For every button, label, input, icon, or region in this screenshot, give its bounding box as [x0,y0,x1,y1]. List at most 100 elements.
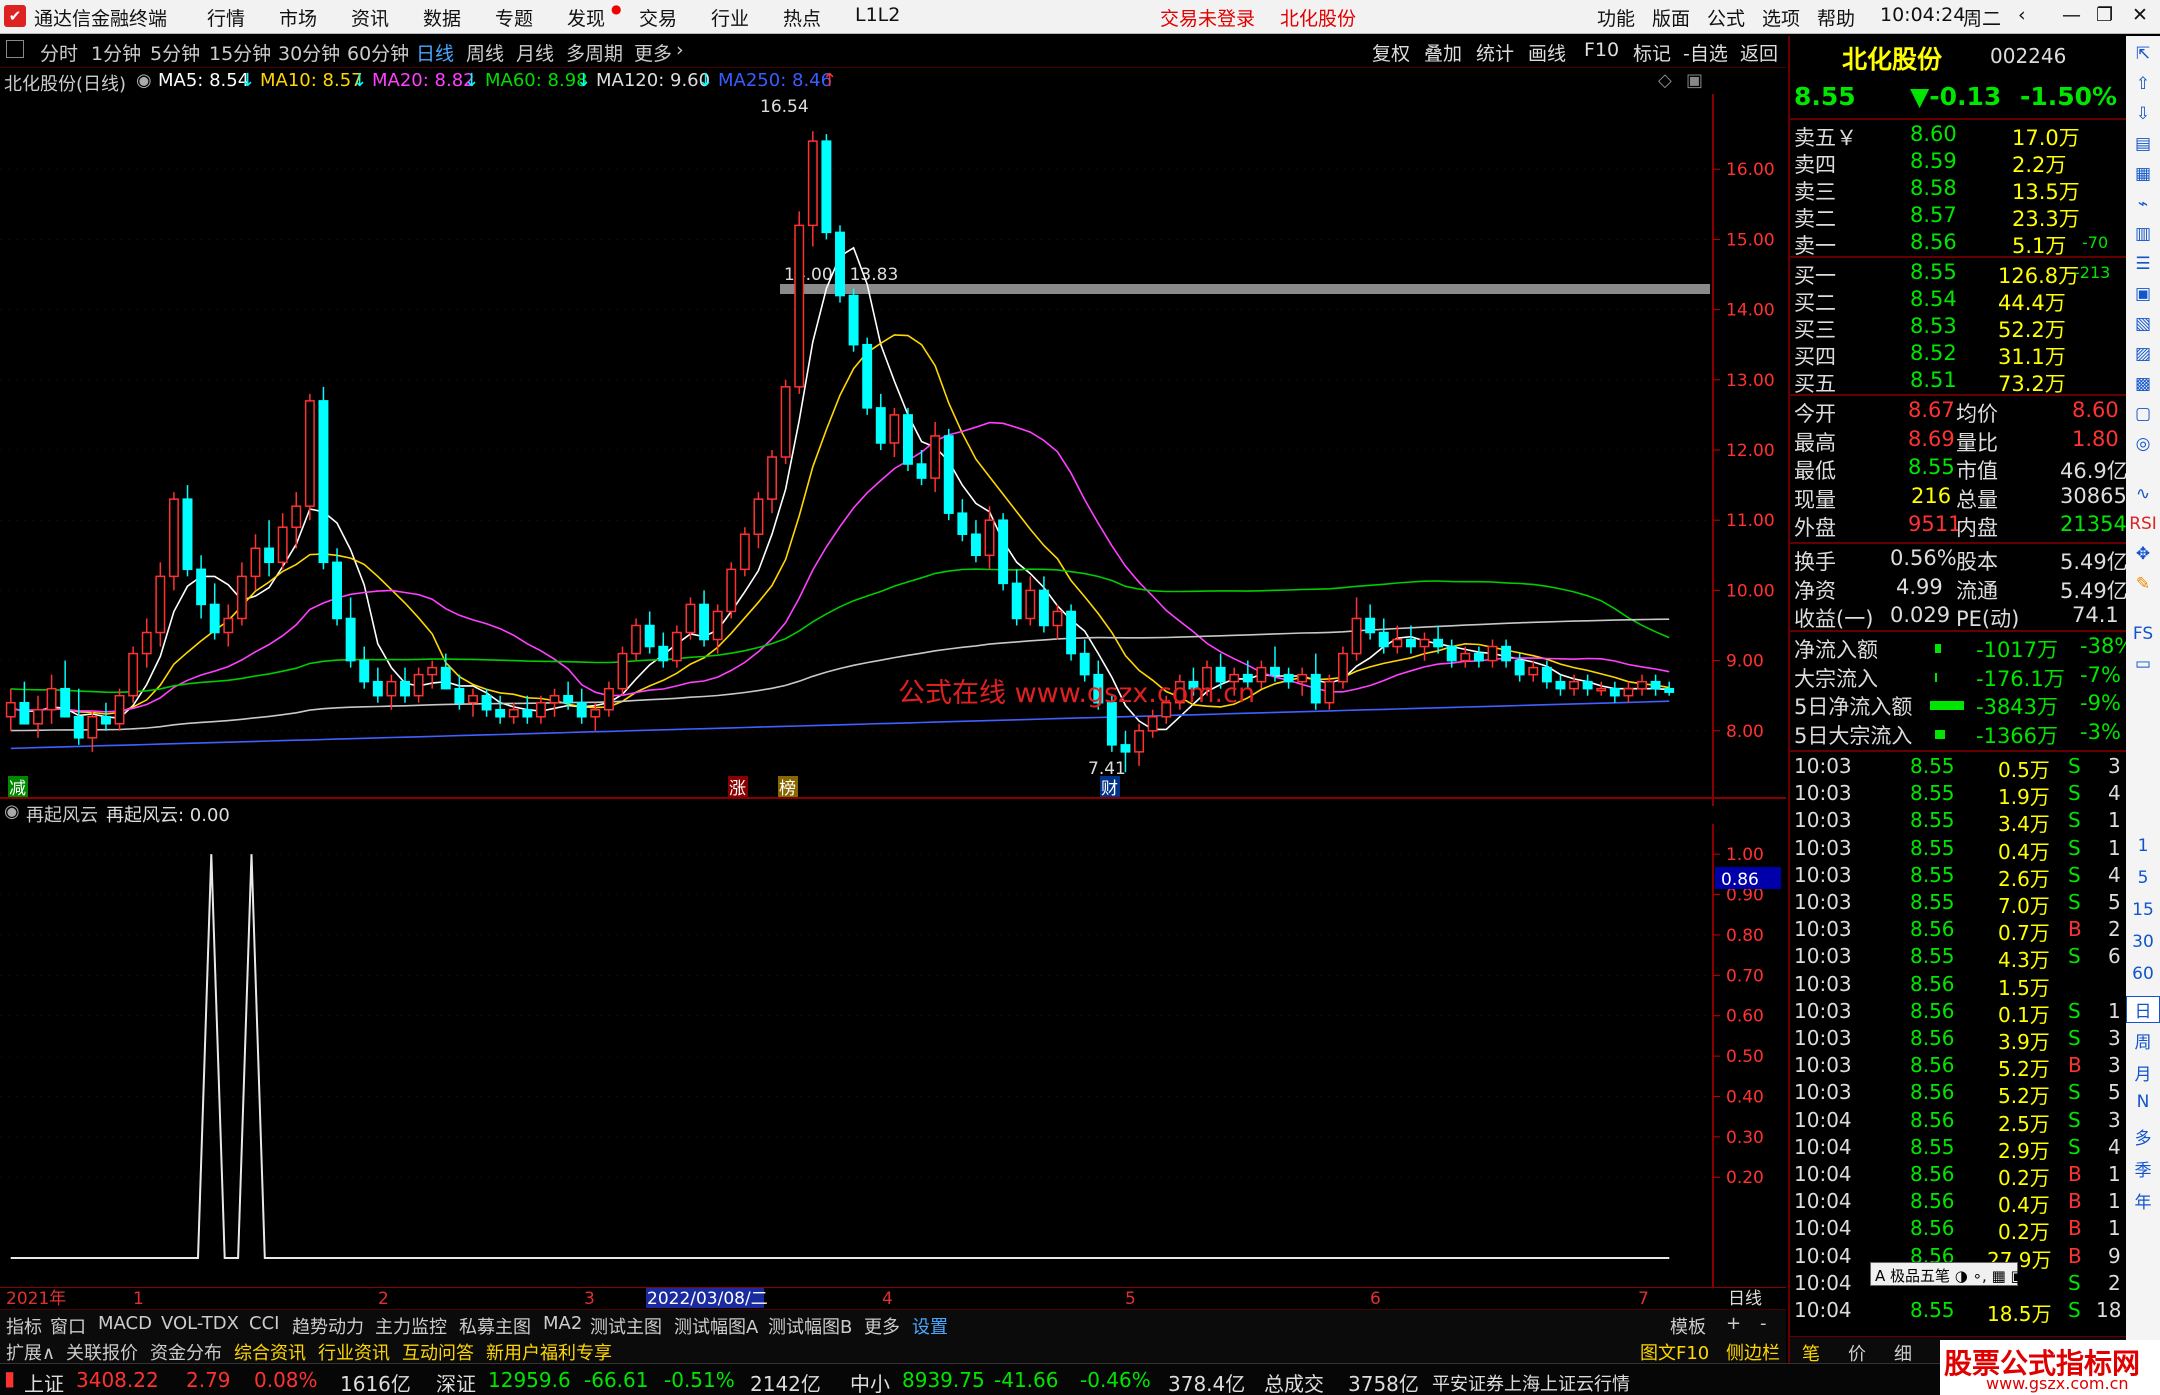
tab-xinyonghu[interactable]: 新用户福利专享 [486,1339,612,1365]
side-expand-icon[interactable]: ⇱ [2126,44,2160,64]
menu-zixun[interactable]: 资讯 [351,4,389,31]
period-monthly[interactable]: 月线 [516,39,554,66]
marker-zhang[interactable]: 涨 [729,779,746,799]
side-period-5[interactable]: 日 [2126,996,2160,1023]
btn-tongji[interactable]: 统计 [1476,39,1514,66]
menu-hangye[interactable]: 行业 [711,4,749,31]
tab-gengduo[interactable]: 更多 [864,1313,900,1339]
tab-zhuli[interactable]: 主力监控 [375,1313,447,1339]
tab-ceshi-futu-b[interactable]: 测试幅图B [768,1313,852,1339]
side-pen-icon[interactable]: ✎ [2126,574,2160,594]
period-more[interactable]: 更多 [634,39,672,66]
side-target-icon[interactable]: ◎ [2126,434,2160,454]
menu-shichang[interactable]: 市场 [279,4,317,31]
period-daily[interactable]: 日线 [416,39,454,66]
tab-ceshi-zhutu[interactable]: 测试主图 [590,1313,662,1339]
side-f5-icon[interactable]: ▢ [2126,404,2160,424]
zx-name[interactable]: 中小 [850,1368,890,1395]
tab-zonghe[interactable]: 综合资讯 [234,1339,306,1365]
indicator-toggle-icon[interactable]: ◉ [4,801,20,822]
marker-bang[interactable]: 榜 [779,779,796,799]
legend-toggle-icon[interactable]: ◉ [136,70,152,91]
period-60min[interactable]: 60分钟 [347,39,409,66]
side-fin-icon[interactable]: ▣ [2126,284,2160,304]
tab-hudong[interactable]: 互动问答 [402,1339,474,1365]
toggle-panel-icon[interactable] [6,40,24,58]
chevron-right-icon[interactable]: › [676,39,684,61]
side-f2-icon[interactable]: ▩ [2126,374,2160,394]
period-30min[interactable]: 30分钟 [278,39,340,66]
back-arrow-icon[interactable]: ‹ [2018,4,2026,26]
tab-cci[interactable]: CCI [249,1313,279,1334]
side-period-4[interactable]: 60 [2126,964,2160,984]
side-period-7[interactable]: 月 [2126,1060,2160,1085]
btn-zixuan[interactable]: -自选 [1683,39,1728,66]
tab-zijin[interactable]: 资金分布 [150,1339,222,1365]
side-period-2[interactable]: 15 [2126,900,2160,920]
side-period-8[interactable]: N [2126,1092,2160,1112]
broker-name[interactable]: 平安证券上海上证云行情 [1432,1370,1630,1395]
menu-xuanxiang[interactable]: 选项 [1762,4,1800,31]
tab-simu[interactable]: 私募主图 [459,1313,531,1339]
tab-kuozhan[interactable]: 扩展∧ [6,1339,55,1365]
period-multi[interactable]: 多周期 [566,39,623,66]
tab-chuangkou[interactable]: 窗口 [50,1313,86,1339]
ime-popup[interactable]: A 极品五笔 ◑ ∘, ▦ ▣ [1870,1262,2025,1286]
tab-zoom-out[interactable]: - [1760,1313,1767,1334]
tab-shezhi[interactable]: 设置 [912,1313,948,1339]
side-period-10[interactable]: 季 [2126,1156,2160,1181]
tab-qushi[interactable]: 趋势动力 [292,1313,364,1339]
marker-cai[interactable]: 财 [1101,779,1118,799]
side-book-icon[interactable]: ▤ [2126,134,2160,154]
tab-zoom-in[interactable]: + [1726,1313,1741,1334]
side-fs-icon[interactable]: FS [2126,624,2160,644]
tab-vol[interactable]: VOL-TDX [161,1313,239,1334]
side-period-6[interactable]: 周 [2126,1028,2160,1053]
menu-hangqing[interactable]: 行情 [207,4,245,31]
menu-zhuanti[interactable]: 专题 [495,4,533,31]
side-list-icon[interactable]: ☰ [2126,254,2160,274]
minimize-icon[interactable]: — [2062,4,2081,26]
btn-biaoji[interactable]: 标记 [1633,39,1671,66]
restore-icon[interactable]: ❐ [2096,4,2113,26]
menu-bangzhu[interactable]: 帮助 [1817,4,1855,31]
tab-ma2[interactable]: MA2 [543,1313,582,1334]
side-pic-icon[interactable]: ▭ [2126,654,2160,674]
period-weekly[interactable]: 周线 [466,39,504,66]
tab-muban[interactable]: 模板 [1670,1313,1706,1339]
menu-l1l2[interactable]: L1L2 [855,4,900,26]
indicator-chart[interactable] [0,824,1712,1288]
tab-hangye-zixun[interactable]: 行业资讯 [318,1339,390,1365]
side-period-11[interactable]: 年 [2126,1188,2160,1213]
period-fenshi[interactable]: 分时 [40,39,78,66]
side-up-icon[interactable]: ⇧ [2126,74,2160,94]
period-15min[interactable]: 15分钟 [209,39,271,66]
sh-name[interactable]: 上证 [24,1368,64,1395]
marker-jian[interactable]: 减 [9,779,26,799]
kline-chart[interactable]: 14.00 - 13.83 16.54 7.41 公式在线 www.gszx.c… [0,94,1712,806]
tab-ceshi-futu-a[interactable]: 测试幅图A [674,1313,758,1339]
menu-faxian[interactable]: 发现 [567,4,605,31]
close-icon[interactable]: ✕ [2132,4,2148,26]
sz-name[interactable]: 深证 [436,1368,476,1395]
menu-gongshi[interactable]: 公式 [1707,4,1745,31]
side-wave-icon[interactable]: ∿ [2126,484,2160,504]
side-rsi-icon[interactable]: RSI [2126,514,2160,534]
side-f10-icon[interactable]: ▨ [2126,344,2160,364]
side-period-3[interactable]: 30 [2126,932,2160,952]
period-5min[interactable]: 5分钟 [150,39,200,66]
side-period-9[interactable]: 多 [2126,1124,2160,1149]
period-1min[interactable]: 1分钟 [91,39,141,66]
side-period-0[interactable]: 1 [2126,836,2160,856]
window-icon[interactable]: ▣ [1686,70,1703,91]
side-doc-icon[interactable]: ▧ [2126,314,2160,334]
btn-f10[interactable]: F10 [1584,39,1619,61]
side-move-icon[interactable]: ✥ [2126,544,2160,564]
menu-redian[interactable]: 热点 [783,4,821,31]
menu-jiaoyi[interactable]: 交易 [639,4,677,31]
login-status[interactable]: 交易未登录 [1160,4,1255,31]
btn-diejia[interactable]: 叠加 [1424,39,1462,66]
menu-gongneng[interactable]: 功能 [1597,4,1635,31]
menu-banmian[interactable]: 版面 [1652,4,1690,31]
side-period-1[interactable]: 5 [2126,868,2160,888]
